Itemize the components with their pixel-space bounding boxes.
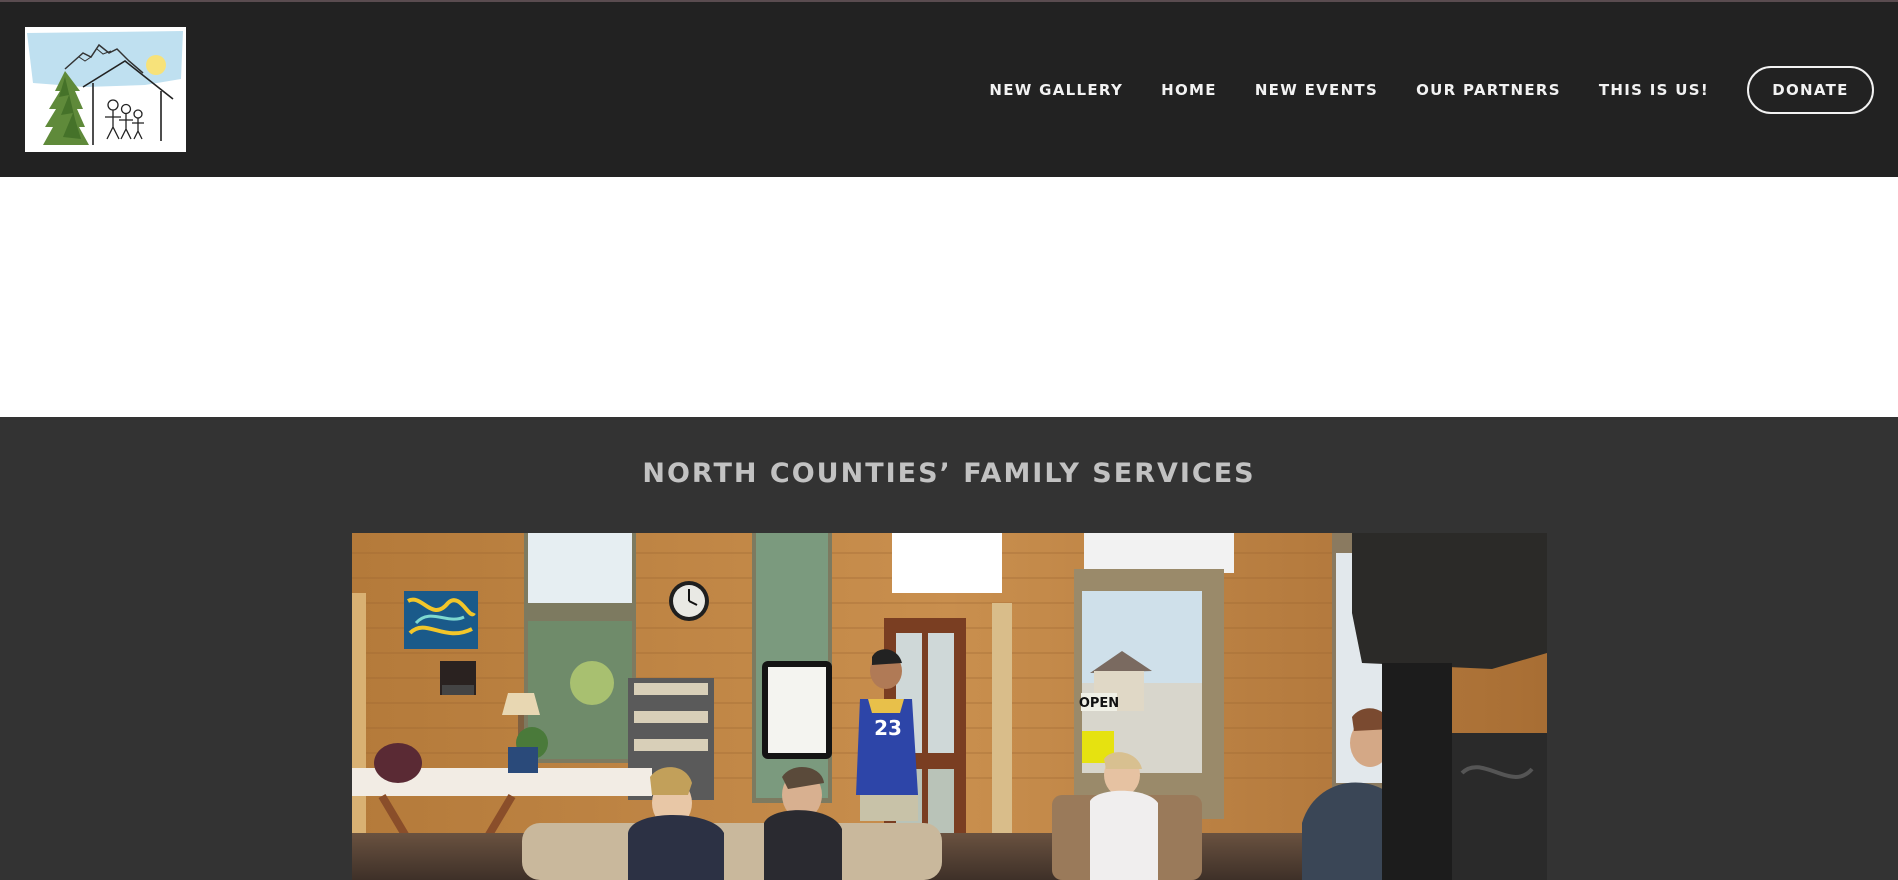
open-sign: OPEN [1079,696,1119,711]
nav-link-our-partners[interactable]: OUR PARTNERS [1416,81,1561,99]
main-navigation: NEW GALLERY HOME NEW EVENTS OUR PARTNERS… [951,64,1898,116]
site-header: NEW GALLERY HOME NEW EVENTS OUR PARTNERS… [0,2,1898,177]
logo-graphic [27,31,183,145]
community-center-photo: OPEN 23 [352,533,1547,880]
donate-button[interactable]: DONATE [1747,66,1874,114]
featured-section: NORTH COUNTIES’ FAMILY SERVICES OPEN 23 [0,417,1898,880]
nav-link-home[interactable]: HOME [1161,81,1217,99]
nav-link-new-gallery[interactable]: NEW GALLERY [989,81,1123,99]
section-title: NORTH COUNTIES’ FAMILY SERVICES [642,458,1256,489]
site-logo[interactable] [25,27,186,152]
jersey-number: 23 [874,716,902,740]
photo-illustration: OPEN 23 [352,533,1547,880]
blank-content-band [0,177,1898,417]
nav-link-this-is-us[interactable]: THIS IS US! [1599,81,1709,99]
nav-link-new-events[interactable]: NEW EVENTS [1255,81,1378,99]
